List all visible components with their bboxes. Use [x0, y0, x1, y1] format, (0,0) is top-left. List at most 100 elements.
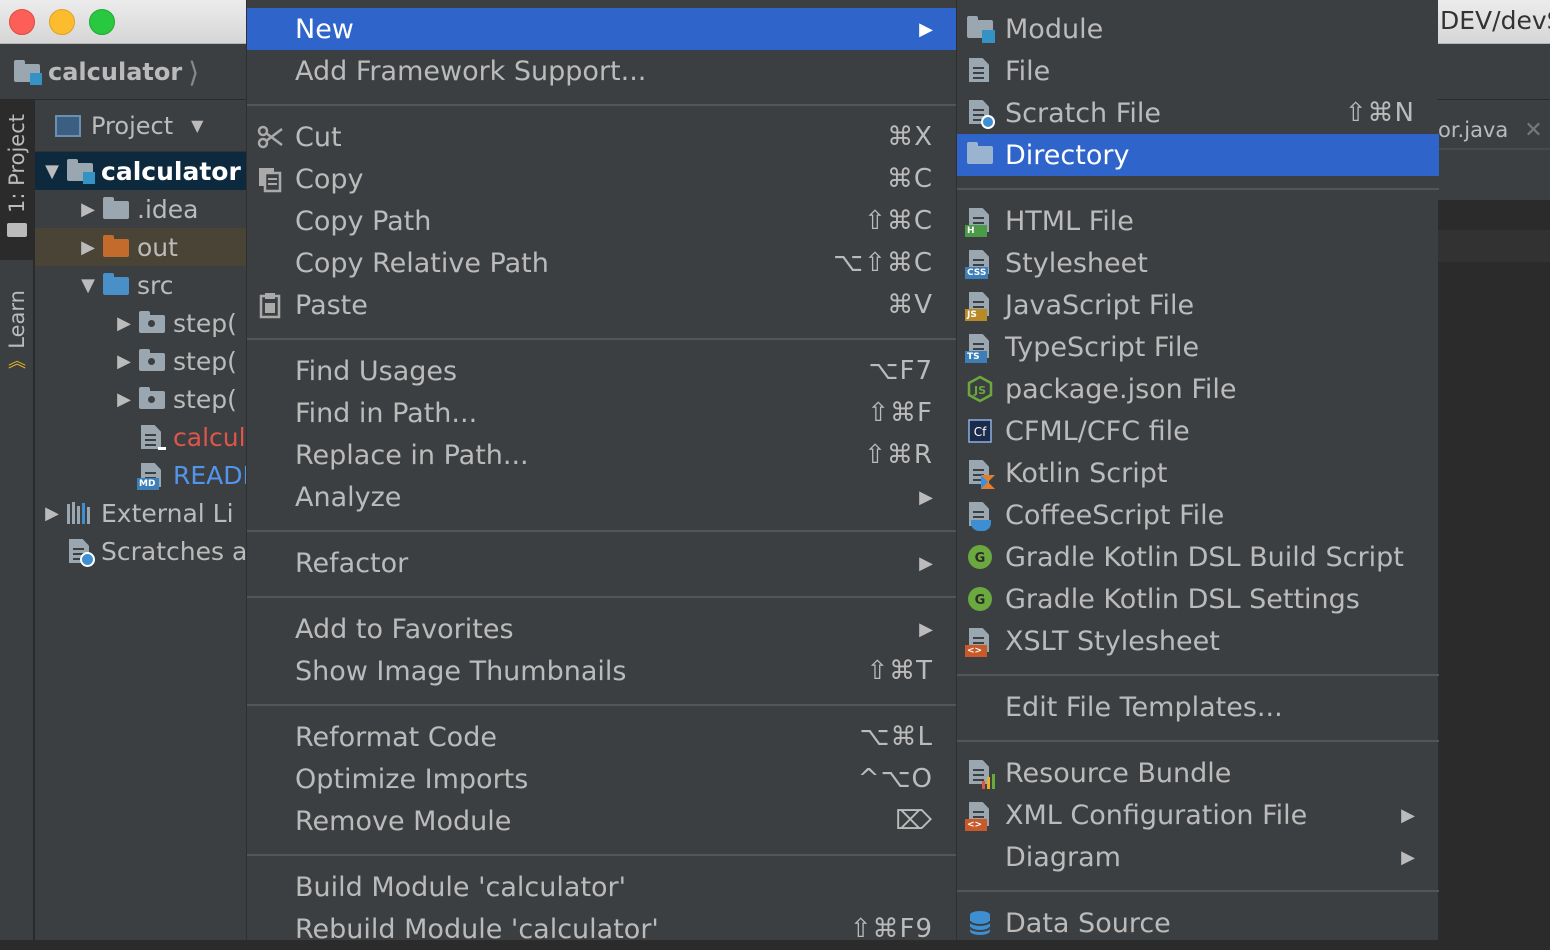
menu-item-cut[interactable]: Cut ⌘X: [247, 116, 957, 158]
menu-item-edit-file-templates[interactable]: Edit File Templates...: [957, 686, 1439, 728]
shortcut-label: ⇧⌘N: [1344, 98, 1415, 128]
tree-item-step[interactable]: ▶ step(: [35, 304, 247, 342]
tree-item-step[interactable]: ▶ step(: [35, 380, 247, 418]
menu-item-paste[interactable]: Paste ⌘V: [247, 284, 957, 326]
menu-item-javascript-file[interactable]: JS JavaScript File: [957, 284, 1439, 326]
menu-item-stylesheet[interactable]: CSS Stylesheet: [957, 242, 1439, 284]
breadcrumb[interactable]: calculator ⟩: [12, 56, 199, 89]
menu-item-copy-relative-path[interactable]: Copy Relative Path ⌥⇧⌘C: [247, 242, 957, 284]
menu-item-xml-configuration-file[interactable]: <> XML Configuration File ▶: [957, 794, 1439, 836]
menu-separator: [247, 704, 957, 706]
menu-item-html-file[interactable]: H HTML File: [957, 200, 1439, 242]
expand-arrow-icon[interactable]: ▶: [111, 389, 137, 410]
zoom-window-button[interactable]: [89, 9, 115, 35]
expand-arrow-icon[interactable]: ▶: [111, 351, 137, 372]
menu-item-xslt-stylesheet[interactable]: <> XSLT Stylesheet: [957, 620, 1439, 662]
minimize-window-button[interactable]: [49, 9, 75, 35]
menu-item-typescript-file[interactable]: TS TypeScript File: [957, 326, 1439, 368]
shortcut-label: ⌥F7: [868, 356, 933, 386]
menu-item-show-image-thumbnails[interactable]: Show Image Thumbnails ⇧⌘T: [247, 650, 957, 692]
tree-item-label: calculat: [173, 422, 247, 452]
menu-item-analyze[interactable]: Analyze ▶: [247, 476, 957, 518]
close-window-button[interactable]: [9, 9, 35, 35]
shortcut-label: ⌦: [895, 806, 933, 836]
expand-arrow-icon[interactable]: ▶: [75, 237, 101, 258]
menu-item-label: Remove Module: [295, 805, 512, 837]
menu-item-find-in-path[interactable]: Find in Path... ⇧⌘F: [247, 392, 957, 434]
expand-arrow-icon[interactable]: ▶: [75, 199, 101, 220]
tree-item-idea[interactable]: ▶ .idea: [35, 190, 247, 228]
menu-item-gradle-kotlin-dsl-settings[interactable]: G Gradle Kotlin DSL Settings: [957, 578, 1439, 620]
menu-item-label: Directory: [1005, 139, 1130, 171]
collapse-arrow-icon[interactable]: ▼: [39, 161, 65, 182]
menu-item-copy-path[interactable]: Copy Path ⇧⌘C: [247, 200, 957, 242]
menu-item-kotlin-script[interactable]: Kotlin Script: [957, 452, 1439, 494]
collapse-arrow-icon[interactable]: ▼: [75, 275, 101, 296]
menu-item-remove-module[interactable]: Remove Module ⌦: [247, 800, 957, 842]
module-icon: [65, 158, 95, 184]
menu-item-file[interactable]: File: [957, 50, 1439, 92]
menu-item-copy[interactable]: Copy ⌘C: [247, 158, 957, 200]
menu-item-coffeescript-file[interactable]: CoffeeScript File: [957, 494, 1439, 536]
menu-separator: [247, 338, 957, 340]
editor-tab[interactable]: or.java ✕: [1438, 110, 1543, 150]
tool-tab-learn[interactable]: Learn ︽: [0, 290, 34, 400]
menu-item-gradle-kotlin-dsl-build-script[interactable]: G Gradle Kotlin DSL Build Script: [957, 536, 1439, 578]
menu-item-module[interactable]: Module: [957, 8, 1439, 50]
menu-item-optimize-imports[interactable]: Optimize Imports ^⌥O: [247, 758, 957, 800]
tree-item-external-li[interactable]: ▶ External Li: [35, 494, 247, 532]
tree-item-src[interactable]: ▼ src: [35, 266, 247, 304]
scratches-icon: [65, 538, 95, 567]
module-icon: [12, 59, 42, 85]
package-icon: [137, 386, 167, 412]
breadcrumb-item-calculator[interactable]: calculator: [48, 58, 182, 86]
project-view-selector[interactable]: Project ▼: [35, 100, 247, 152]
menu-item-rebuild-module-calculator[interactable]: Rebuild Module 'calculator' ⇧⌘F9: [247, 908, 957, 950]
tree-item-step[interactable]: ▶ step(: [35, 342, 247, 380]
menu-item-data-source[interactable]: Data Source: [957, 902, 1439, 944]
svg-text:JS: JS: [973, 384, 986, 397]
menu-item-directory[interactable]: Directory: [957, 134, 1439, 176]
menu-item-new[interactable]: New ▶: [247, 8, 957, 50]
svg-text:G: G: [975, 551, 986, 566]
tree-item-out[interactable]: ▶ out: [35, 228, 247, 266]
menu-item-label: Diagram: [1005, 841, 1121, 873]
tree-item-calculat[interactable]: calculat: [35, 418, 247, 456]
tree-item-scratches-a[interactable]: Scratches a: [35, 532, 247, 570]
menu-item-find-usages[interactable]: Find Usages ⌥F7: [247, 350, 957, 392]
expand-arrow-icon[interactable]: ▶: [39, 503, 65, 524]
menu-item-reformat-code[interactable]: Reformat Code ⌥⌘L: [247, 716, 957, 758]
menu-item-label: Data Source: [1005, 907, 1171, 939]
menu-item-package-json-file[interactable]: JS package.json File: [957, 368, 1439, 410]
shortcut-label: ⇧⌘F: [867, 398, 933, 428]
menu-item-label: Replace in Path...: [295, 439, 529, 471]
menu-separator: [247, 104, 957, 106]
menu-item-scratch-file[interactable]: Scratch File ⇧⌘N: [957, 92, 1439, 134]
menu-item-replace-in-path[interactable]: Replace in Path... ⇧⌘R: [247, 434, 957, 476]
tree-item-calculator[interactable]: ▼ calculator: [35, 152, 247, 190]
close-tab-icon[interactable]: ✕: [1524, 118, 1542, 143]
tree-item-label: calculator: [101, 156, 241, 186]
tree-item-readmi[interactable]: MDREADMI: [35, 456, 247, 494]
menu-item-refactor[interactable]: Refactor ▶: [247, 542, 957, 584]
expand-arrow-icon[interactable]: ▶: [111, 313, 137, 334]
kotlin-file-icon: [965, 459, 995, 489]
menu-item-label: Kotlin Script: [1005, 457, 1168, 489]
menu-item-diagram[interactable]: Diagram ▶: [957, 836, 1439, 878]
menu-item-cfml-cfc-file[interactable]: Cf CFML/CFC file: [957, 410, 1439, 452]
shortcut-label: ⌥⇧⌘C: [833, 248, 933, 278]
file-icon: [137, 424, 167, 450]
menu-item-add-framework-support[interactable]: Add Framework Support...: [247, 50, 957, 92]
module-icon: [965, 15, 995, 43]
menu-item-build-module-calculator[interactable]: Build Module 'calculator': [247, 866, 957, 908]
menu-item-add-to-favorites[interactable]: Add to Favorites ▶: [247, 608, 957, 650]
svg-text:G: G: [975, 593, 986, 608]
submenu-arrow-icon: ▶: [919, 552, 933, 574]
tree-item-label: src: [137, 270, 174, 300]
menu-separator: [247, 530, 957, 532]
menu-item-resource-bundle[interactable]: Resource Bundle: [957, 752, 1439, 794]
tool-tab-project[interactable]: 1: Project: [0, 100, 34, 260]
menu-item-label: Find Usages: [295, 355, 458, 387]
menu-item-label: Add Framework Support...: [295, 55, 647, 87]
copy-icon: [255, 165, 285, 193]
